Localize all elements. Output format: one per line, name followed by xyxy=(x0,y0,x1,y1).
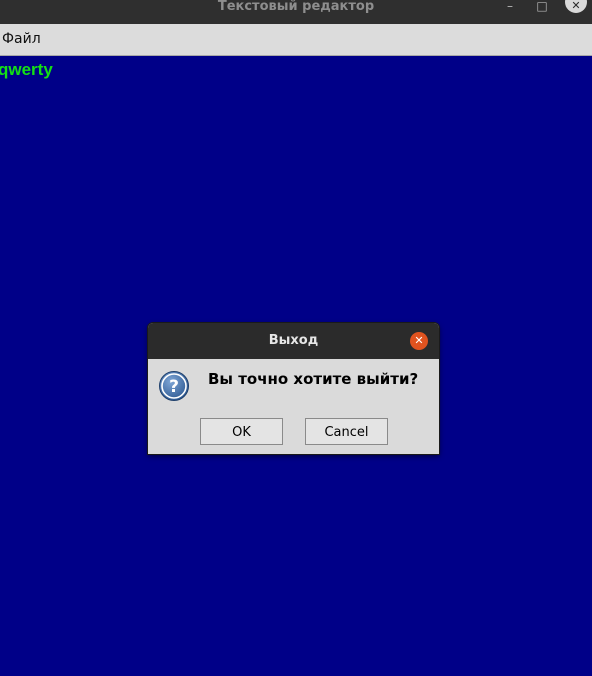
editor-content: qwerty xyxy=(0,60,53,79)
menu-file[interactable]: Файл xyxy=(2,24,41,55)
window-titlebar[interactable]: Текстовый редактор – □ ✕ xyxy=(0,0,592,24)
dialog-close-icon[interactable]: ✕ xyxy=(410,332,428,350)
question-icon: ? xyxy=(159,371,189,401)
ok-button[interactable]: OK xyxy=(200,418,283,445)
ok-mnemonic: O xyxy=(232,425,243,440)
svg-text:?: ? xyxy=(169,377,179,397)
minimize-icon[interactable]: – xyxy=(503,0,517,14)
maximize-icon[interactable]: □ xyxy=(535,0,549,14)
cancel-label-rest: ancel xyxy=(333,425,369,440)
dialog-titlebar[interactable]: Выход ✕ xyxy=(148,323,439,359)
cancel-button[interactable]: Cancel xyxy=(305,418,388,445)
ok-label-rest: K xyxy=(242,425,251,440)
dialog-title: Выход xyxy=(268,333,319,348)
dialog-message: Вы точно хотите выйти? xyxy=(208,370,419,388)
exit-dialog: Выход ✕ ? Вы точно хотите выйти? OK Canc… xyxy=(148,323,439,454)
menu-bar: Файл xyxy=(0,24,592,56)
cancel-mnemonic: C xyxy=(324,425,334,440)
